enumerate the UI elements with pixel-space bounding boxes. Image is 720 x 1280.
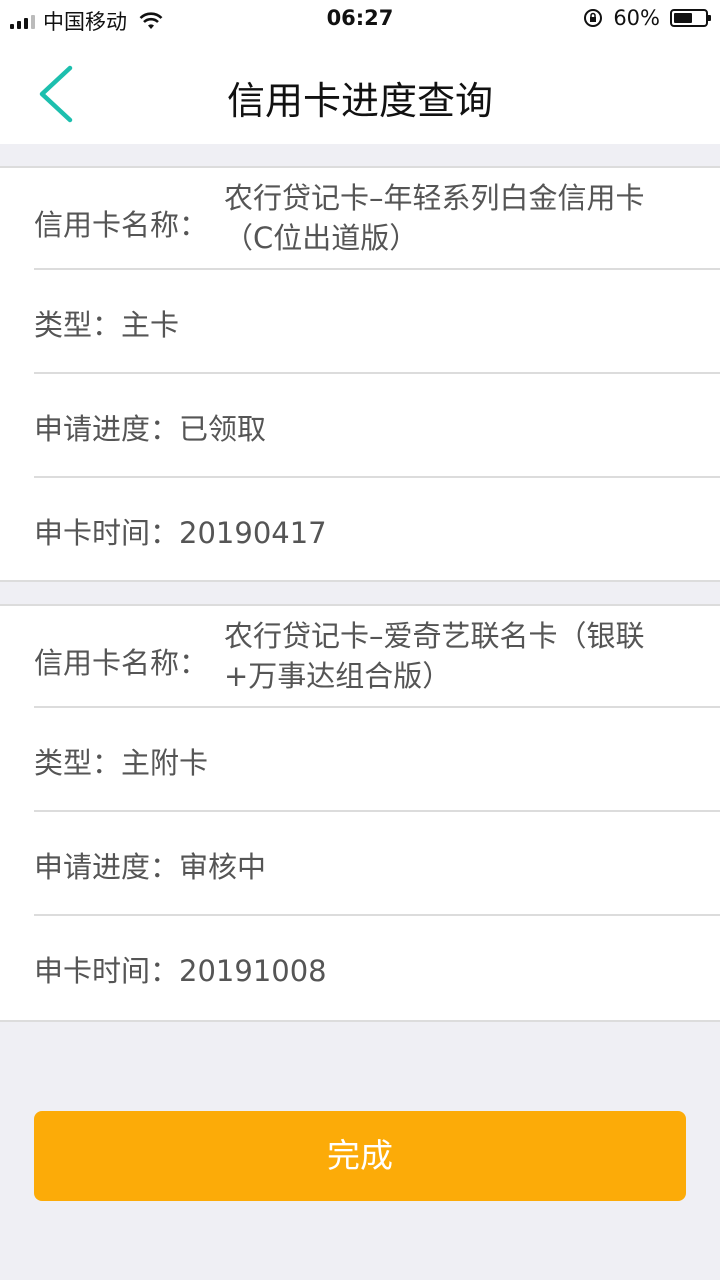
battery-percent: 60% [613, 6, 660, 30]
nav-bar: 信用卡进度查询 [0, 40, 720, 144]
application-date-label: 申卡时间： [34, 954, 180, 988]
application-progress-value: 审核中 [179, 850, 267, 884]
application-progress-label: 申请进度： [34, 850, 180, 884]
card-name-row: 信用卡名称： 农行贷记卡–年轻系列白金信用卡（C位出道版） [34, 168, 720, 270]
application-date-value: 20190417 [179, 516, 327, 550]
battery-icon [670, 9, 711, 27]
application-date-row: 申卡时间：20191008 [34, 918, 720, 1020]
status-bar: 中国移动 06:27 60% [0, 0, 720, 40]
status-right: 60% [583, 6, 711, 30]
card-name-value: 农行贷记卡–爱奇艺联名卡（银联+万事达组合版） [224, 619, 645, 693]
card-name-label: 信用卡名称： [34, 208, 209, 242]
application-date-label: 申卡时间： [34, 516, 180, 550]
application-progress-row: 申请进度：审核中 [34, 814, 720, 916]
application-date-row: 申卡时间：20190417 [34, 480, 720, 582]
page-title: 信用卡进度查询 [226, 79, 493, 123]
card-type-label: 类型： [34, 746, 122, 780]
application-progress-label: 申请进度： [34, 412, 180, 446]
rotation-lock-icon [584, 9, 603, 27]
credit-card-progress-card: 信用卡名称： 农行贷记卡–爱奇艺联名卡（银联+万事达组合版） 类型：主附卡 申请… [0, 604, 720, 1022]
card-name-value: 农行贷记卡–年轻系列白金信用卡（C位出道版） [224, 181, 645, 255]
card-name-row: 信用卡名称： 农行贷记卡–爱奇艺联名卡（银联+万事达组合版） [34, 606, 720, 708]
card-type-label: 类型： [34, 308, 122, 342]
card-type-row: 类型：主附卡 [34, 710, 720, 812]
card-name-label: 信用卡名称： [34, 646, 209, 680]
application-progress-row: 申请进度：已领取 [34, 376, 720, 478]
done-button[interactable]: 完成 [34, 1111, 686, 1201]
credit-card-progress-card: 信用卡名称： 农行贷记卡–年轻系列白金信用卡（C位出道版） 类型：主卡 申请进度… [0, 166, 720, 582]
application-date-value: 20191008 [179, 954, 327, 988]
application-progress-value: 已领取 [179, 412, 267, 446]
card-type-value: 主卡 [121, 308, 180, 342]
card-type-row: 类型：主卡 [34, 272, 720, 374]
card-type-value: 主附卡 [121, 746, 209, 780]
